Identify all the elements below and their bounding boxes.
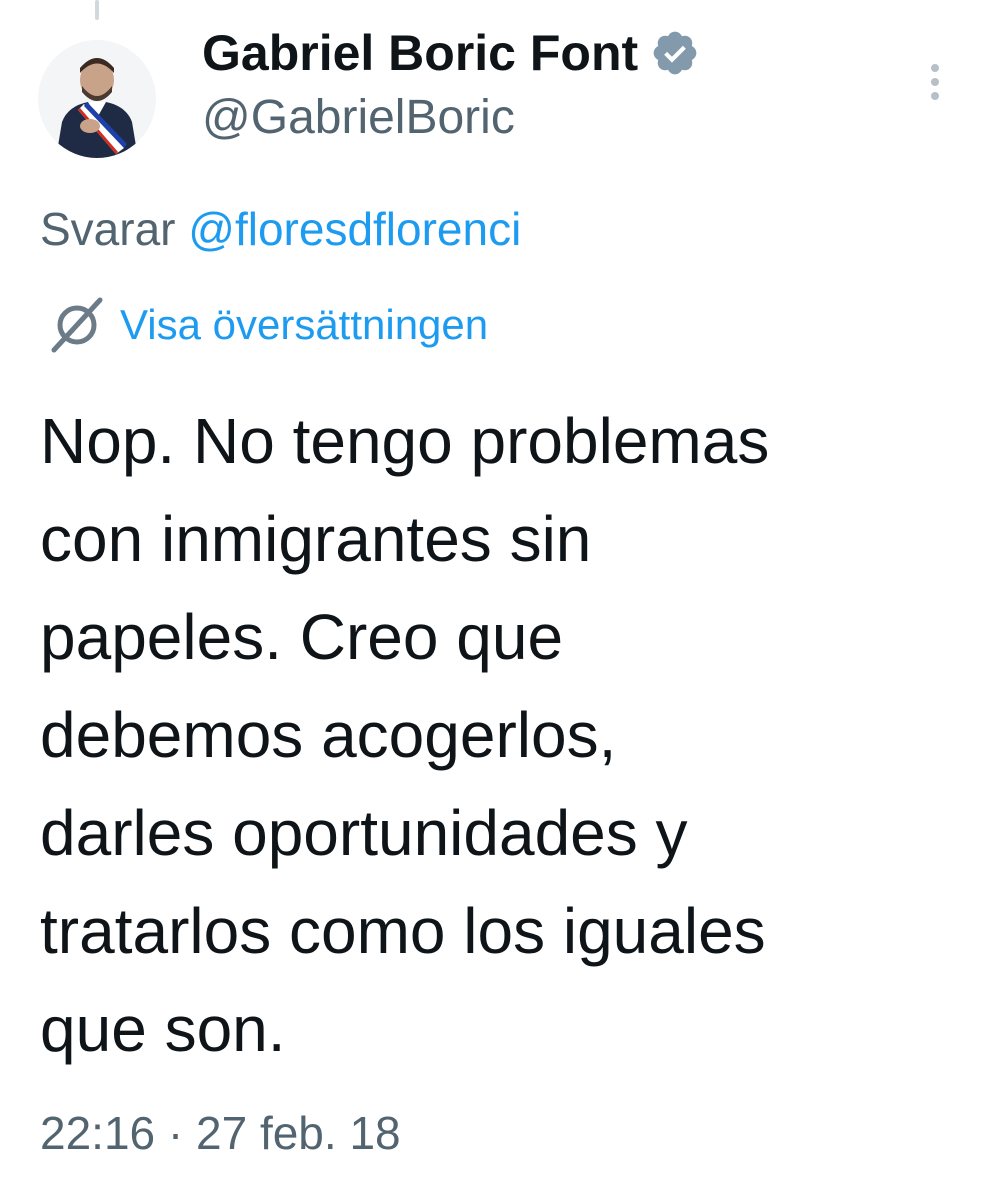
reply-prefix: Svarar — [40, 203, 176, 255]
avatar[interactable] — [38, 40, 156, 158]
show-translation-button[interactable]: Visa översättningen — [48, 296, 488, 354]
reply-mention-link[interactable]: @floresdflorenci — [188, 203, 521, 255]
verified-badge-icon — [650, 28, 700, 78]
author-handle[interactable]: @GabrielBoric — [202, 90, 997, 145]
tweet-body-text: Nop. No tengo problemas con inmigrantes … — [40, 405, 770, 1065]
more-options-icon — [931, 64, 939, 100]
more-options-button[interactable] — [918, 58, 952, 108]
author-name-row: Gabriel Boric Font — [202, 22, 997, 84]
tweet-header: Gabriel Boric Font @GabrielBoric — [202, 22, 997, 145]
show-translation-label: Visa översättningen — [120, 301, 489, 348]
translate-icon — [48, 296, 106, 354]
author-display-name[interactable]: Gabriel Boric Font — [202, 24, 638, 82]
thread-connector-line — [95, 0, 99, 20]
tweet-timestamp[interactable]: 22:16 · 27 feb. 18 — [40, 1106, 401, 1160]
avatar-photo — [38, 40, 156, 158]
reply-context: Svarar @floresdflorenci — [40, 202, 521, 256]
